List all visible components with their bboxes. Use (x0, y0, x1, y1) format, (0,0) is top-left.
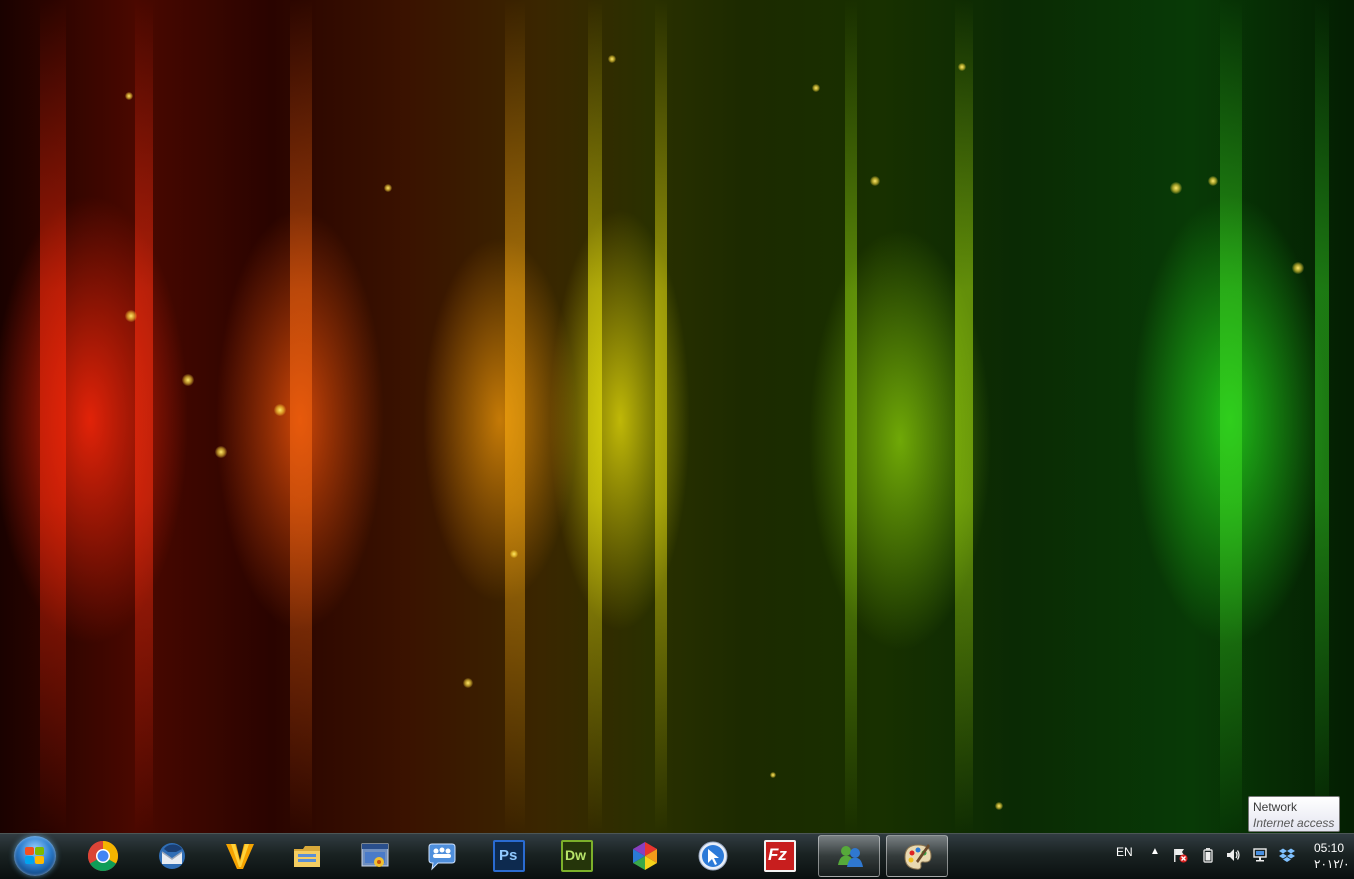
taskbar-dreamweaver-button[interactable]: Dw (546, 835, 608, 877)
wallpaper-sparkle (125, 310, 137, 322)
folder-icon (294, 846, 320, 867)
taskbar-window-app-button[interactable] (344, 835, 406, 877)
tooltip-title: Network (1253, 800, 1298, 814)
wallpaper-sparkle (274, 404, 286, 416)
taskbar-cursor-app-button[interactable] (682, 835, 744, 877)
language-indicator[interactable]: EN (1116, 845, 1133, 859)
wallpaper-streak (588, 0, 602, 833)
window-icon (361, 843, 389, 867)
wallpaper-sparkle (510, 550, 518, 558)
clock-time: 05:10 (1314, 841, 1345, 855)
taskbar: Ps Dw Fz EN ▲ 05:10 ۲۰۱۲/۰ (0, 833, 1354, 879)
taskbar-filezilla-button[interactable]: Fz (749, 835, 811, 877)
tooltip-subtitle: Internet access (1253, 816, 1335, 830)
wallpaper-streak (40, 0, 66, 833)
show-hidden-icons-button[interactable]: ▲ (1150, 846, 1160, 857)
wallpaper-sparkle (215, 446, 227, 458)
pinwheel-icon (633, 842, 657, 870)
battery-icon[interactable] (1200, 847, 1216, 863)
wallpaper-streak (845, 0, 857, 833)
filezilla-label: Fz (768, 845, 787, 864)
windows-flag-icon (25, 847, 45, 865)
clock-date: ۲۰۱۲/۰ (1314, 857, 1350, 871)
network-icon[interactable] (1252, 847, 1268, 863)
taskbar-thunderbird-button[interactable] (141, 835, 203, 877)
paint-icon (904, 844, 932, 870)
taskbar-picasa-button[interactable] (614, 835, 676, 877)
system-clock[interactable]: 05:10 ۲۰۱۲/۰ (1314, 840, 1350, 872)
filezilla-icon: Fz (764, 840, 796, 872)
wallpaper-streak (505, 0, 525, 833)
thunderbird-icon (159, 843, 185, 869)
taskbar-paint-button[interactable] (886, 835, 948, 877)
flag-error-icon[interactable] (1172, 847, 1188, 863)
wallpaper-sparkle (1170, 182, 1182, 194)
wallpaper-sparkle (608, 55, 616, 63)
taskbar-people-button[interactable] (411, 835, 473, 877)
network-tooltip: Network Internet access (1248, 796, 1340, 832)
wallpaper-sparkle (384, 184, 392, 192)
wallpaper-sparkle (770, 772, 776, 778)
wallpaper-sparkle (870, 176, 880, 186)
wallpaper-streak (135, 0, 153, 833)
desktop-wallpaper[interactable] (0, 0, 1354, 833)
wallpaper-sparkle (1208, 176, 1218, 186)
taskbar-photoshop-button[interactable]: Ps (478, 835, 540, 877)
taskbar-chrome-button[interactable] (72, 835, 134, 877)
wallpaper-sparkle (463, 678, 473, 688)
dropbox-icon[interactable] (1279, 847, 1295, 863)
taskbar-messenger-button[interactable] (818, 835, 880, 877)
blue-cursor-icon (698, 841, 728, 871)
taskbar-explorer-button[interactable] (276, 835, 338, 877)
photoshop-icon: Ps (493, 840, 525, 872)
wallpaper-sparkle (125, 92, 133, 100)
chrome-icon (87, 841, 119, 872)
wallpaper-streak (955, 0, 973, 833)
people-chat-icon (428, 843, 456, 871)
dreamweaver-icon: Dw (561, 840, 593, 872)
wallpaper-sparkle (1292, 262, 1304, 274)
wallpaper-streak (655, 0, 667, 833)
wallpaper-sparkle (182, 374, 194, 386)
wallpaper-sparkle (995, 802, 1003, 810)
volume-icon[interactable] (1225, 847, 1241, 863)
wallpaper-sparkle (812, 84, 820, 92)
messenger-icon (838, 846, 863, 867)
wallpaper-streak (1220, 0, 1242, 833)
wallpaper-streak (290, 0, 312, 833)
v-logo-icon (226, 844, 254, 869)
start-button[interactable] (14, 836, 56, 876)
photoshop-label: Ps (499, 847, 518, 864)
wallpaper-streak (1315, 0, 1329, 833)
taskbar-vectorworks-button[interactable] (209, 835, 271, 877)
dreamweaver-label: Dw (565, 847, 586, 863)
wallpaper-sparkle (958, 63, 966, 71)
